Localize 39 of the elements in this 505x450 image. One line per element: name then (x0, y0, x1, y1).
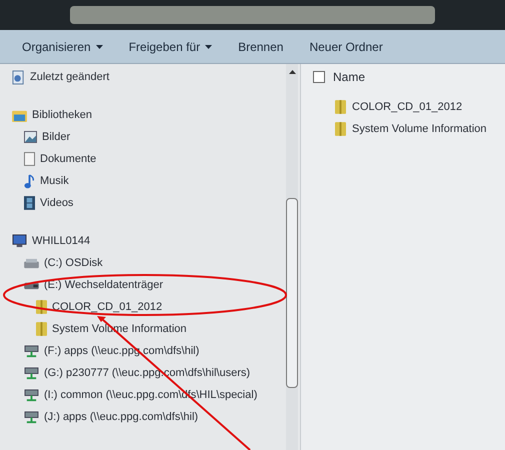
picture-icon (24, 131, 37, 143)
folder-icon (335, 100, 346, 114)
select-all-checkbox[interactable] (313, 71, 325, 83)
file-name[interactable]: COLOR_CD_01_2012 (352, 98, 462, 116)
scrollbar[interactable] (286, 64, 298, 450)
film-icon (24, 196, 35, 210)
caret-icon (205, 44, 212, 48)
nav-item[interactable]: Videos (40, 194, 74, 212)
toolbar-button[interactable]: Organisieren (22, 38, 103, 56)
toolbar-button[interactable]: Freigeben für (128, 38, 212, 56)
document-clock-icon (12, 70, 25, 84)
document-icon (24, 152, 35, 166)
network-drive-icon (24, 410, 39, 424)
file-name[interactable]: System Volume Information (352, 120, 487, 138)
nav-item[interactable]: (C:) OSDisk (44, 254, 103, 272)
nav-item[interactable]: Zuletzt geändert (30, 68, 110, 86)
network-drive-icon (24, 388, 39, 402)
folder-icon (36, 322, 47, 336)
music-note-icon (24, 174, 35, 188)
library-icon (12, 108, 27, 122)
toolbar-button[interactable]: Neuer Ordner (309, 38, 383, 56)
scroll-thumb[interactable] (286, 198, 298, 388)
network-drive-icon (24, 344, 39, 358)
drive-icon (24, 258, 39, 268)
computer-icon (12, 234, 27, 248)
nav-item[interactable]: Musik (40, 172, 69, 190)
scroll-up-icon (288, 70, 296, 74)
toolbar-button[interactable]: Brennen (238, 38, 284, 56)
nav-item[interactable]: COLOR_CD_01_2012 (52, 298, 162, 316)
nav-item[interactable]: Bibliotheken (32, 106, 92, 124)
column-header[interactable]: Name (333, 68, 366, 86)
nav-item[interactable]: (J:) apps (\\euc.ppg.com\dfs\hil) (44, 408, 198, 426)
address-field[interactable] (70, 6, 435, 24)
nav-item[interactable]: Bilder (42, 128, 70, 146)
nav-item[interactable]: Dokumente (40, 150, 96, 168)
network-drive-icon (24, 366, 39, 380)
folder-icon (335, 122, 346, 136)
caret-icon (96, 44, 103, 48)
nav-item[interactable]: WHILL0144 (32, 232, 90, 250)
